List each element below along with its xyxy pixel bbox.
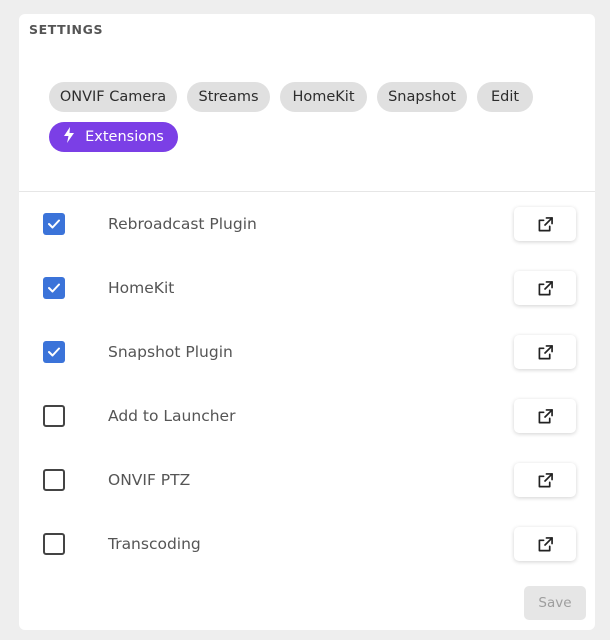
- open-extension-button[interactable]: [514, 207, 576, 241]
- open-in-new-icon: [538, 408, 553, 424]
- open-extension-button[interactable]: [514, 399, 576, 433]
- extension-row: Add to Launcher: [19, 399, 595, 433]
- extension-checkbox[interactable]: [43, 213, 65, 235]
- open-extension-button[interactable]: [514, 527, 576, 561]
- open-in-new-icon: [538, 536, 553, 552]
- extension-row: ONVIF PTZ: [19, 463, 595, 497]
- tab-homekit[interactable]: HomeKit: [280, 82, 367, 112]
- extension-checkbox[interactable]: [43, 533, 65, 555]
- open-in-new-icon: [538, 216, 553, 232]
- extension-label: Add to Launcher: [108, 407, 236, 425]
- extension-label: Rebroadcast Plugin: [108, 215, 257, 233]
- lightning-bolt-icon: [63, 127, 75, 147]
- tab-label: Snapshot: [388, 89, 456, 105]
- extension-checkbox[interactable]: [43, 341, 65, 363]
- section-title: SETTINGS: [29, 22, 104, 37]
- tab-label: Extensions: [85, 129, 164, 145]
- extension-row: Rebroadcast Plugin: [19, 207, 595, 241]
- open-in-new-icon: [538, 280, 553, 296]
- extension-row: Snapshot Plugin: [19, 335, 595, 369]
- tab-onvif-camera[interactable]: ONVIF Camera: [49, 82, 177, 112]
- extension-checkbox[interactable]: [43, 277, 65, 299]
- tab-label: HomeKit: [292, 89, 355, 105]
- open-in-new-icon: [538, 472, 553, 488]
- tab-edit[interactable]: Edit: [477, 82, 533, 112]
- save-button[interactable]: Save: [524, 586, 586, 620]
- tab-label: Streams: [198, 89, 259, 105]
- settings-card: SETTINGS ONVIF Camera Streams HomeKit Sn…: [19, 14, 595, 630]
- tab-label: Edit: [490, 89, 520, 105]
- tab-label: ONVIF Camera: [59, 89, 167, 105]
- checkmark-icon: [48, 347, 60, 357]
- extension-checkbox[interactable]: [43, 405, 65, 427]
- extension-row: HomeKit: [19, 271, 595, 305]
- tab-streams[interactable]: Streams: [187, 82, 270, 112]
- extension-row: Transcoding: [19, 527, 595, 561]
- extension-checkbox[interactable]: [43, 469, 65, 491]
- open-extension-button[interactable]: [514, 271, 576, 305]
- divider: [19, 191, 595, 192]
- checkmark-icon: [48, 283, 60, 293]
- extension-label: HomeKit: [108, 279, 175, 297]
- tab-snapshot[interactable]: Snapshot: [377, 82, 467, 112]
- checkmark-icon: [48, 219, 60, 229]
- open-in-new-icon: [538, 344, 553, 360]
- extension-label: Transcoding: [108, 535, 201, 553]
- tab-extensions[interactable]: Extensions: [49, 122, 178, 152]
- extension-label: Snapshot Plugin: [108, 343, 233, 361]
- extension-label: ONVIF PTZ: [108, 471, 191, 489]
- open-extension-button[interactable]: [514, 335, 576, 369]
- open-extension-button[interactable]: [514, 463, 576, 497]
